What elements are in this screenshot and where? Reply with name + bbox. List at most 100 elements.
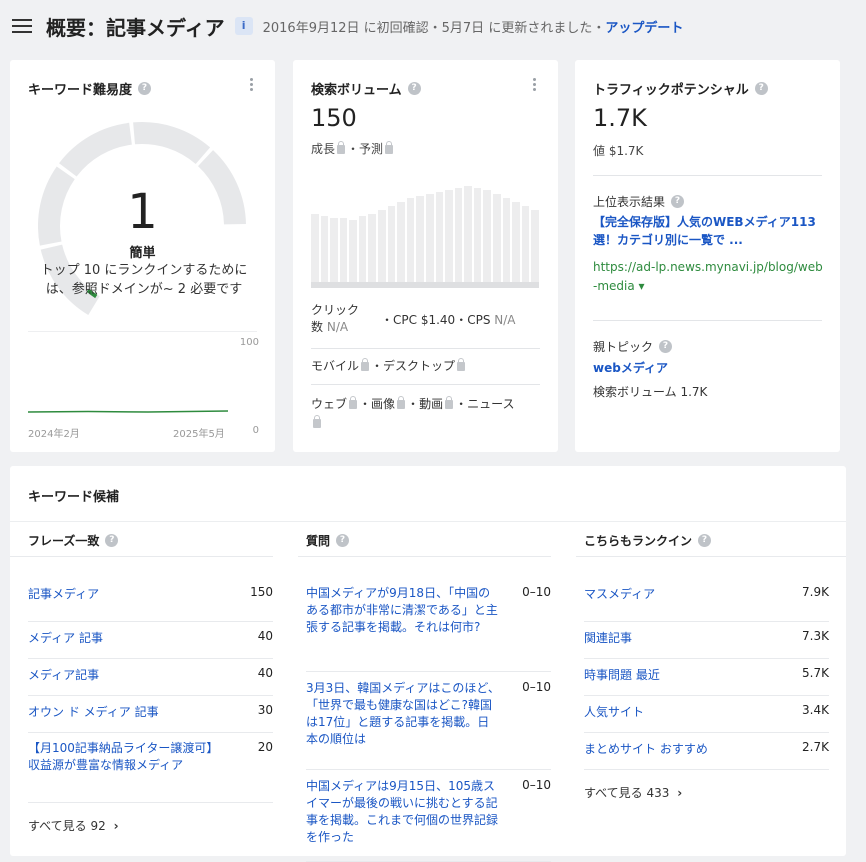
kd-chart-x-start: 2024年2月: [28, 429, 80, 440]
keyword-link[interactable]: 記事メディア: [28, 585, 99, 602]
list-item: マスメディア 7.9K: [584, 585, 829, 622]
more-options-icon[interactable]: [533, 78, 536, 91]
keyword-link[interactable]: 関連記事: [584, 629, 632, 646]
kd-history-line: [28, 410, 228, 413]
questions-header: 質問?: [306, 532, 551, 549]
help-icon[interactable]: ?: [671, 195, 685, 208]
parent-topic-label: 親トピック: [593, 340, 654, 354]
phrase-match-list: 記事メディア 150 メディア 記事 40 メディア記事 40 オウン ド メディア …: [28, 585, 273, 834]
kd-level: 簡単: [129, 246, 156, 261]
growth-label: 成長: [311, 142, 336, 156]
volume-bar: [387, 206, 396, 282]
volume-bar: [425, 194, 434, 282]
top-result-url[interactable]: https://ad-lp.news.mynavi.jp/blog/web-me…: [593, 260, 823, 293]
see-all-also-rank-button[interactable]: すべて見る 433 ›: [584, 770, 829, 801]
keyword-link[interactable]: まとめサイト おすすめ: [584, 740, 708, 757]
help-icon[interactable]: ?: [407, 82, 421, 95]
kd-description: トップ 10 にランクインするために は、参照ドメインが~ 2 必要です: [40, 263, 248, 297]
keyword-link[interactable]: 人気サイト: [584, 703, 644, 720]
questions-header-line: [298, 556, 551, 557]
keyword-link[interactable]: マスメディア: [584, 585, 655, 602]
update-link[interactable]: アップデート: [605, 21, 683, 36]
list-item: メディア記事 40: [28, 659, 273, 696]
divider: [593, 175, 822, 176]
cpc-value: CPC $1.40: [393, 312, 456, 327]
keyword-volume: 40: [257, 629, 273, 643]
gauge-segment: [133, 122, 211, 165]
overview-header: 概要：記事メディア i 2016年9月12日 に初回確認・5月7日 に更新されま…: [0, 0, 866, 52]
question-link[interactable]: 3月3日、韓国メディアはこのほど、「世界で最も健康な国はどこ?韓国は17位」と題…: [306, 680, 501, 748]
volume-bar: [339, 218, 348, 282]
lock-icon: [313, 415, 321, 428]
help-icon[interactable]: ?: [138, 82, 152, 95]
divider: [311, 348, 540, 349]
help-icon[interactable]: ?: [698, 534, 712, 547]
keyword-ideas-title: キーワード候補: [28, 490, 120, 505]
parent-topic-volume: 検索ボリューム 1.7K: [593, 385, 708, 399]
help-icon[interactable]: ?: [105, 534, 119, 547]
desktop-label: デスクトップ: [383, 359, 456, 373]
see-all-phrase-label: すべて見る 92: [28, 819, 106, 833]
volume-bar: [378, 210, 386, 282]
volume-chart-baseline: [311, 282, 539, 288]
traffic-value: 1.7K: [593, 104, 647, 132]
search-volume-card: 検索ボリューム ? 150 成長 ・予測 クリック 数 N/A ・CPC $1.4…: [293, 60, 558, 452]
volume-bar: [349, 220, 357, 282]
update-meta-text: 2016年9月12日 に初回確認・5月7日 に更新されました・: [262, 20, 606, 36]
parent-topic-label-row: 親トピック?: [593, 338, 673, 355]
questions-column: 質問? 中国メディアが9月18日、「中国のある都市が非常に清潔である」と主張する…: [298, 532, 551, 862]
question-volume: 0–10: [522, 778, 551, 792]
volume-bar: [358, 216, 367, 282]
device-row: モバイル ・デスクトップ: [311, 357, 467, 374]
also-rank-column: こちらもランクイン? マスメディア 7.9K 関連記事 7.3K 時事問題 最近 5.…: [576, 532, 846, 801]
list-item: 【月100記事納品ライター譲渡可】収益源が豊富な情報メディア 20: [28, 733, 273, 803]
volume-bar: [473, 188, 482, 282]
menu-icon[interactable]: [12, 19, 32, 33]
phrase-match-column: フレーズ一致? 記事メディア 150 メディア 記事 40 メディア記事 40 オウン…: [10, 532, 273, 834]
top-result-title-link[interactable]: 【完全保存版】人気のWEBメディア113選！カテゴリ別に一覧で ...: [593, 213, 825, 249]
image-label: 画像: [371, 397, 396, 411]
questions-list: 中国メディアが9月18日、「中国のある都市が非常に清潔である」と主張する記事を掲…: [306, 585, 551, 862]
clicks-value: N/A: [326, 320, 349, 334]
keyword-volume: 3.4K: [802, 703, 829, 717]
see-all-phrase-button[interactable]: すべて見る 92 ›: [28, 803, 273, 834]
keyword-link[interactable]: 時事問題 最近: [584, 666, 660, 683]
question-volume: 0–10: [522, 585, 551, 599]
help-icon[interactable]: ?: [336, 534, 350, 547]
more-options-icon[interactable]: [250, 78, 253, 91]
volume-bar: [512, 202, 520, 282]
volume-value: 150: [311, 104, 357, 132]
volume-bar: [502, 198, 511, 282]
question-link[interactable]: 中国メディアは9月15日、105歳スイマーが最後の戦いに挑むとする記事を掲載。こ…: [306, 778, 501, 846]
traffic-title-row: トラフィックポテンシャル ?: [593, 79, 768, 98]
volume-title: 検索ボリューム: [311, 83, 402, 98]
keyword-link[interactable]: メディア 記事: [28, 629, 103, 646]
question-link[interactable]: 中国メディアが9月18日、「中国のある都市が非常に清潔である」と主張する記事を掲…: [306, 585, 501, 636]
caret-down-icon[interactable]: ▾: [635, 279, 645, 293]
keyword-volume: 5.7K: [802, 666, 829, 680]
traffic-title: トラフィックポテンシャル: [593, 83, 749, 98]
mobile-label: モバイル: [311, 359, 360, 373]
top-result-url-row: https://ad-lp.news.mynavi.jp/blog/web-me…: [593, 258, 825, 296]
keyword-link[interactable]: メディア記事: [28, 666, 99, 683]
gauge-segment: [59, 122, 132, 177]
also-rank-title: こちらもランクイン: [584, 534, 693, 548]
help-icon[interactable]: ?: [754, 82, 768, 95]
help-icon[interactable]: ?: [659, 340, 673, 353]
parent-topic-link[interactable]: webメディア: [593, 359, 668, 376]
kd-chart-top-line: [28, 331, 257, 332]
traffic-worth: 値 $1.7K: [593, 144, 644, 158]
keyword-link[interactable]: 【月100記事納品ライター譲渡可】収益源が豊富な情報メディア: [28, 740, 223, 774]
info-icon[interactable]: i: [234, 17, 253, 35]
volume-bar: [397, 202, 405, 282]
lock-icon: [337, 141, 346, 154]
keyword-ideas-panel: キーワード候補 フレーズ一致? 記事メディア 150 メディア 記事 40 メディア…: [10, 466, 846, 862]
chevron-right-icon: ›: [677, 786, 683, 800]
keyword-volume: 20: [257, 740, 273, 754]
volume-bar: [464, 186, 472, 282]
keyword-volume: 2.7K: [802, 740, 829, 754]
keyword-link[interactable]: オウン ド メディア 記事: [28, 703, 159, 720]
video-label: 動画: [419, 397, 444, 411]
list-item: オウン ド メディア 記事 30: [28, 696, 273, 733]
keyword-difficulty-card: キーワード難易度 ? 1 簡単 トップ 10 にランクインするために は、参照ド…: [10, 60, 275, 452]
